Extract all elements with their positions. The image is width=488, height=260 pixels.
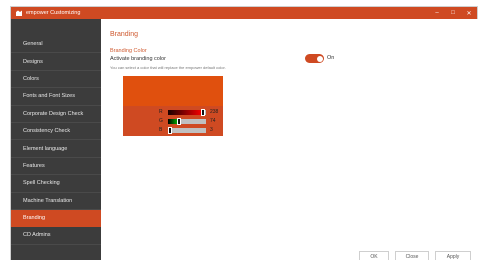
branding-color-toggle[interactable] (305, 54, 324, 63)
channel-value: 238 (210, 109, 219, 115)
channel-label: G (159, 118, 163, 124)
sidebar-item-general[interactable]: General (11, 36, 101, 54)
green-slider[interactable] (168, 118, 206, 125)
sidebar-item-element-language[interactable]: Element language (11, 140, 101, 158)
slider-row-green: G 74 (123, 117, 223, 126)
sidebar-nav: General Designs Colors Fonts and Font Si… (11, 19, 101, 260)
title-bar: empower Customizing – □ ✕ (11, 7, 477, 19)
blue-slider[interactable] (168, 127, 206, 134)
sidebar-item-spell-checking[interactable]: Spell Checking (11, 175, 101, 193)
toggle-knob (316, 55, 323, 62)
channel-label: R (159, 109, 163, 115)
customizing-window: empower Customizing – □ ✕ General Design… (10, 6, 479, 260)
ok-button[interactable]: OK (359, 251, 389, 260)
channel-value: 74 (210, 118, 216, 124)
sidebar-item-colors[interactable]: Colors (11, 71, 101, 89)
page-title: Branding (110, 31, 139, 38)
sidebar-item-machine-translation[interactable]: Machine Translation (11, 193, 101, 210)
apply-button[interactable]: Apply (435, 251, 471, 260)
sidebar-item-features[interactable]: Features (11, 158, 101, 176)
sidebar-item-designs[interactable]: Designs (11, 53, 101, 71)
maximize-button[interactable]: □ (445, 7, 461, 19)
slider-fill (168, 110, 204, 115)
close-button[interactable]: ✕ (461, 7, 477, 19)
channel-label: B (159, 127, 163, 133)
group-heading: Branding Color (110, 48, 147, 54)
sidebar-item-branding[interactable]: Branding (11, 209, 101, 228)
color-picker: R 238 G 74 B 3 (123, 76, 223, 136)
sidebar-item-consistency-check[interactable]: Consistency Check (11, 123, 101, 141)
slider-thumb[interactable] (177, 118, 182, 125)
slider-row-red: R 238 (123, 108, 223, 117)
slider-row-blue: B 3 (123, 126, 223, 135)
toggle-state-label: On (327, 55, 335, 61)
setting-description: You can select a color that will replace… (110, 65, 226, 70)
slider-thumb[interactable] (168, 127, 172, 134)
setting-label: Activate branding color (110, 56, 166, 62)
sidebar-item-corporate-design-check[interactable]: Corporate Design Check (11, 106, 101, 123)
sidebar-item-cd-admins[interactable]: CD Admins (11, 227, 101, 245)
minimize-button[interactable]: – (429, 7, 445, 19)
main-panel: Branding Branding Color Activate brandin… (101, 19, 479, 260)
empower-logo-icon (15, 10, 23, 17)
slider-thumb[interactable] (201, 109, 206, 116)
channel-value: 3 (210, 127, 213, 133)
red-slider[interactable] (168, 109, 206, 116)
window-title: empower Customizing (26, 10, 81, 16)
window-controls: – □ ✕ (429, 7, 477, 19)
sidebar-item-fonts[interactable]: Fonts and Font Sizes (11, 88, 101, 106)
close-dialog-button[interactable]: Close (395, 251, 429, 260)
color-preview (123, 76, 223, 106)
